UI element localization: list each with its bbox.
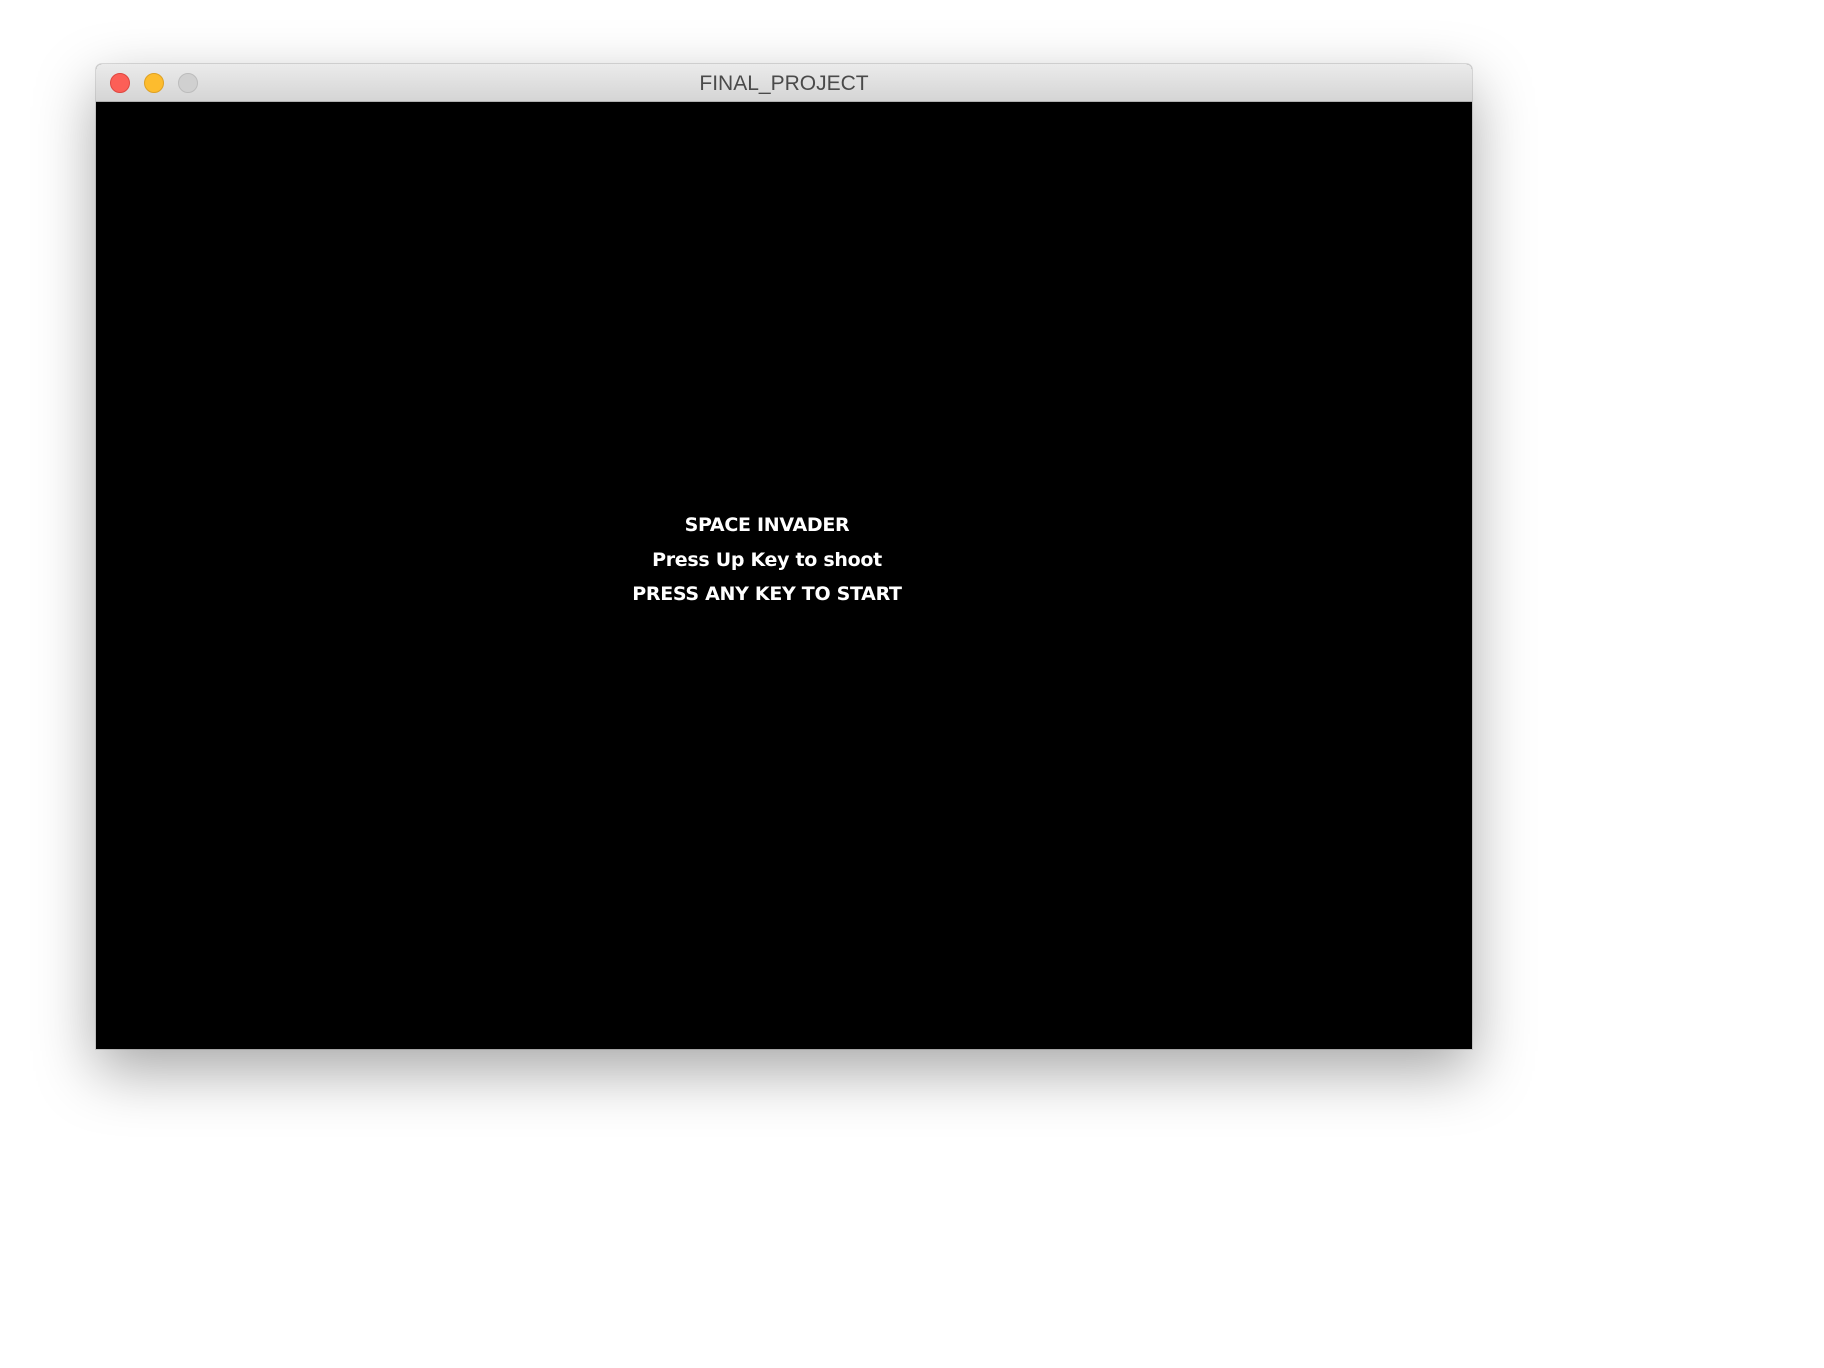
window-title: FINAL_PROJECT xyxy=(699,72,869,95)
start-screen: SPACE INVADER Press Up Key to shoot PRES… xyxy=(96,508,1472,612)
game-title: SPACE INVADER xyxy=(684,514,850,536)
game-canvas[interactable]: SPACE INVADER Press Up Key to shoot PRES… xyxy=(96,102,1472,1049)
title-bar[interactable]: FINAL_PROJECT xyxy=(96,64,1472,102)
start-prompt: PRESS ANY KEY TO START xyxy=(632,583,902,605)
app-window: FINAL_PROJECT SPACE INVADER Press Up Key… xyxy=(96,64,1472,1049)
instructions-text: Press Up Key to shoot xyxy=(652,548,882,571)
